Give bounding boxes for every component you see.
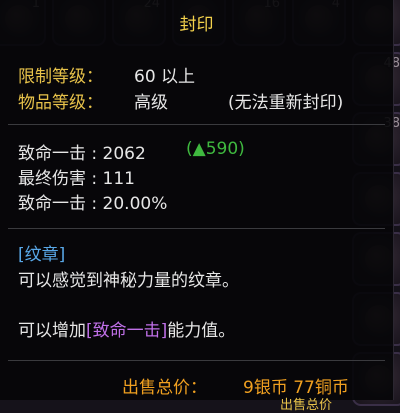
stat-final-damage: 最终伤害 : 111 bbox=[18, 169, 135, 189]
section-title: [纹章] bbox=[18, 245, 66, 265]
cutoff-text: 出售总价 bbox=[280, 398, 333, 413]
item-tooltip: 封印 限制等级： 60 以上 物品等级： 高级 (无法重新封印) 致命一击 : … bbox=[0, 0, 394, 413]
description-line-1: 可以感觉到神秘力量的纹章。 bbox=[18, 271, 239, 291]
desc-suffix: 能力值。 bbox=[167, 321, 236, 341]
desc-highlight: [致命一击] bbox=[86, 321, 168, 341]
divider bbox=[8, 360, 385, 361]
desc-prefix: 可以增加 bbox=[18, 321, 86, 341]
stat-crit-rate: 致命一击 : 20.00% bbox=[18, 194, 168, 214]
divider bbox=[8, 124, 385, 125]
sell-price-label: 出售总价： bbox=[122, 378, 207, 398]
divider bbox=[8, 228, 385, 229]
item-grade-label: 物品等级： bbox=[18, 93, 103, 113]
description-line-2: 可以增加[致命一击]能力值。 bbox=[18, 316, 235, 341]
item-title: 封印 bbox=[179, 15, 214, 35]
item-grade-value: 高级 bbox=[134, 93, 168, 113]
level-limit-label: 限制等级： bbox=[18, 67, 103, 87]
reseal-note: (无法重新封印) bbox=[228, 93, 344, 113]
stat-crit-bonus: (▲590) bbox=[186, 139, 245, 159]
stat-crit: 致命一击 : 2062 bbox=[18, 144, 146, 164]
level-limit-value: 60 以上 bbox=[134, 67, 196, 87]
